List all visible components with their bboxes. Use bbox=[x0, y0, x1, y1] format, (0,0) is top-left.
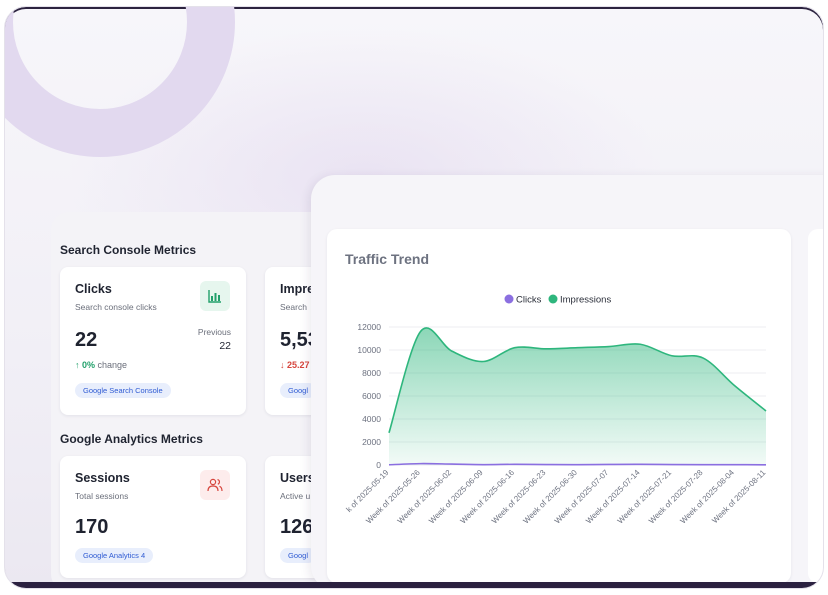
y-tick-label: 6000 bbox=[362, 391, 381, 401]
x-tick-label: Week of 2025-08-11 bbox=[710, 468, 767, 525]
x-tick-label: Week of 2025-05-26 bbox=[364, 468, 422, 526]
sessions-subtitle: Total sessions bbox=[75, 491, 129, 501]
impressions-change: ↓ 25.27 bbox=[280, 360, 310, 370]
y-tick-label: 4000 bbox=[362, 414, 381, 424]
x-tick-label: Week of 2025-06-30 bbox=[521, 468, 579, 526]
users-subtitle: Active u bbox=[280, 491, 311, 501]
previous-value: 22 bbox=[219, 340, 231, 352]
clicks-card[interactable]: Clicks Search console clicks 22 Previous… bbox=[60, 267, 246, 415]
clicks-subtitle: Search console clicks bbox=[75, 302, 157, 312]
x-tick-label: Week of 2025-06-09 bbox=[427, 468, 485, 526]
traffic-panel: Traffic Trend 0 2000 4000 6000 8000 10000 1200… bbox=[311, 175, 823, 588]
legend-label: Clicks bbox=[516, 295, 542, 306]
impressions-title: Impre bbox=[280, 282, 315, 296]
traffic-chart: 020004000600080001000012000k of 2025-05-… bbox=[344, 294, 768, 526]
x-tick-label: Week of 2025-07-07 bbox=[553, 468, 611, 526]
impressions-subtitle: Search bbox=[280, 302, 307, 312]
dashboard-frame: Search Console Metrics Clicks Search con… bbox=[4, 6, 824, 589]
sessions-value: 170 bbox=[75, 516, 109, 538]
clicks-title: Clicks bbox=[75, 282, 112, 296]
legend-marker bbox=[548, 294, 558, 304]
x-tick-label: Week of 2025-06-16 bbox=[459, 468, 517, 526]
clicks-change: ↑ 0% change bbox=[75, 360, 127, 370]
google-analytics-heading: Google Analytics Metrics bbox=[60, 432, 203, 446]
adjacent-card-edge bbox=[808, 229, 823, 583]
search-console-heading: Search Console Metrics bbox=[60, 243, 197, 257]
users-icon bbox=[200, 470, 230, 500]
source-badge: Google Search Console bbox=[75, 383, 171, 398]
x-tick-label: Week of 2025-07-28 bbox=[647, 468, 705, 526]
x-tick-label: Week of 2025-08-04 bbox=[678, 468, 736, 526]
x-tick-label: Week of 2025-06-23 bbox=[490, 468, 548, 526]
source-badge: Google Analytics 4 bbox=[75, 548, 154, 563]
previous-label: Previous bbox=[197, 327, 231, 337]
legend-marker bbox=[504, 294, 514, 304]
users-value: 126 bbox=[280, 516, 314, 538]
clicks-value: 22 bbox=[75, 329, 98, 351]
x-tick-label: Week of 2025-07-14 bbox=[584, 468, 642, 526]
y-tick-label: 12000 bbox=[357, 322, 381, 332]
users-title: Users bbox=[280, 471, 315, 485]
sessions-title: Sessions bbox=[75, 471, 130, 485]
clicks-change-suffix: change bbox=[97, 360, 128, 370]
clicks-change-value: ↑ 0% bbox=[75, 360, 96, 370]
y-tick-label: 0 bbox=[376, 460, 381, 470]
traffic-trend-card: Traffic Trend 0 2000 4000 6000 8000 10000 1200… bbox=[327, 229, 791, 583]
legend-label: Impressions bbox=[560, 295, 611, 306]
y-tick-label: 8000 bbox=[362, 368, 381, 378]
x-tick-label: Week of 2025-07-21 bbox=[616, 468, 674, 526]
x-tick-label: Week of 2025-06-02 bbox=[396, 468, 454, 526]
bar-chart-icon bbox=[200, 281, 230, 311]
impressions-change-value: ↓ 25.27 bbox=[280, 360, 310, 370]
y-tick-label: 10000 bbox=[357, 345, 381, 355]
y-tick-label: 2000 bbox=[362, 437, 381, 447]
sessions-card[interactable]: Sessions Total sessions 170 Google Analy… bbox=[60, 456, 246, 578]
